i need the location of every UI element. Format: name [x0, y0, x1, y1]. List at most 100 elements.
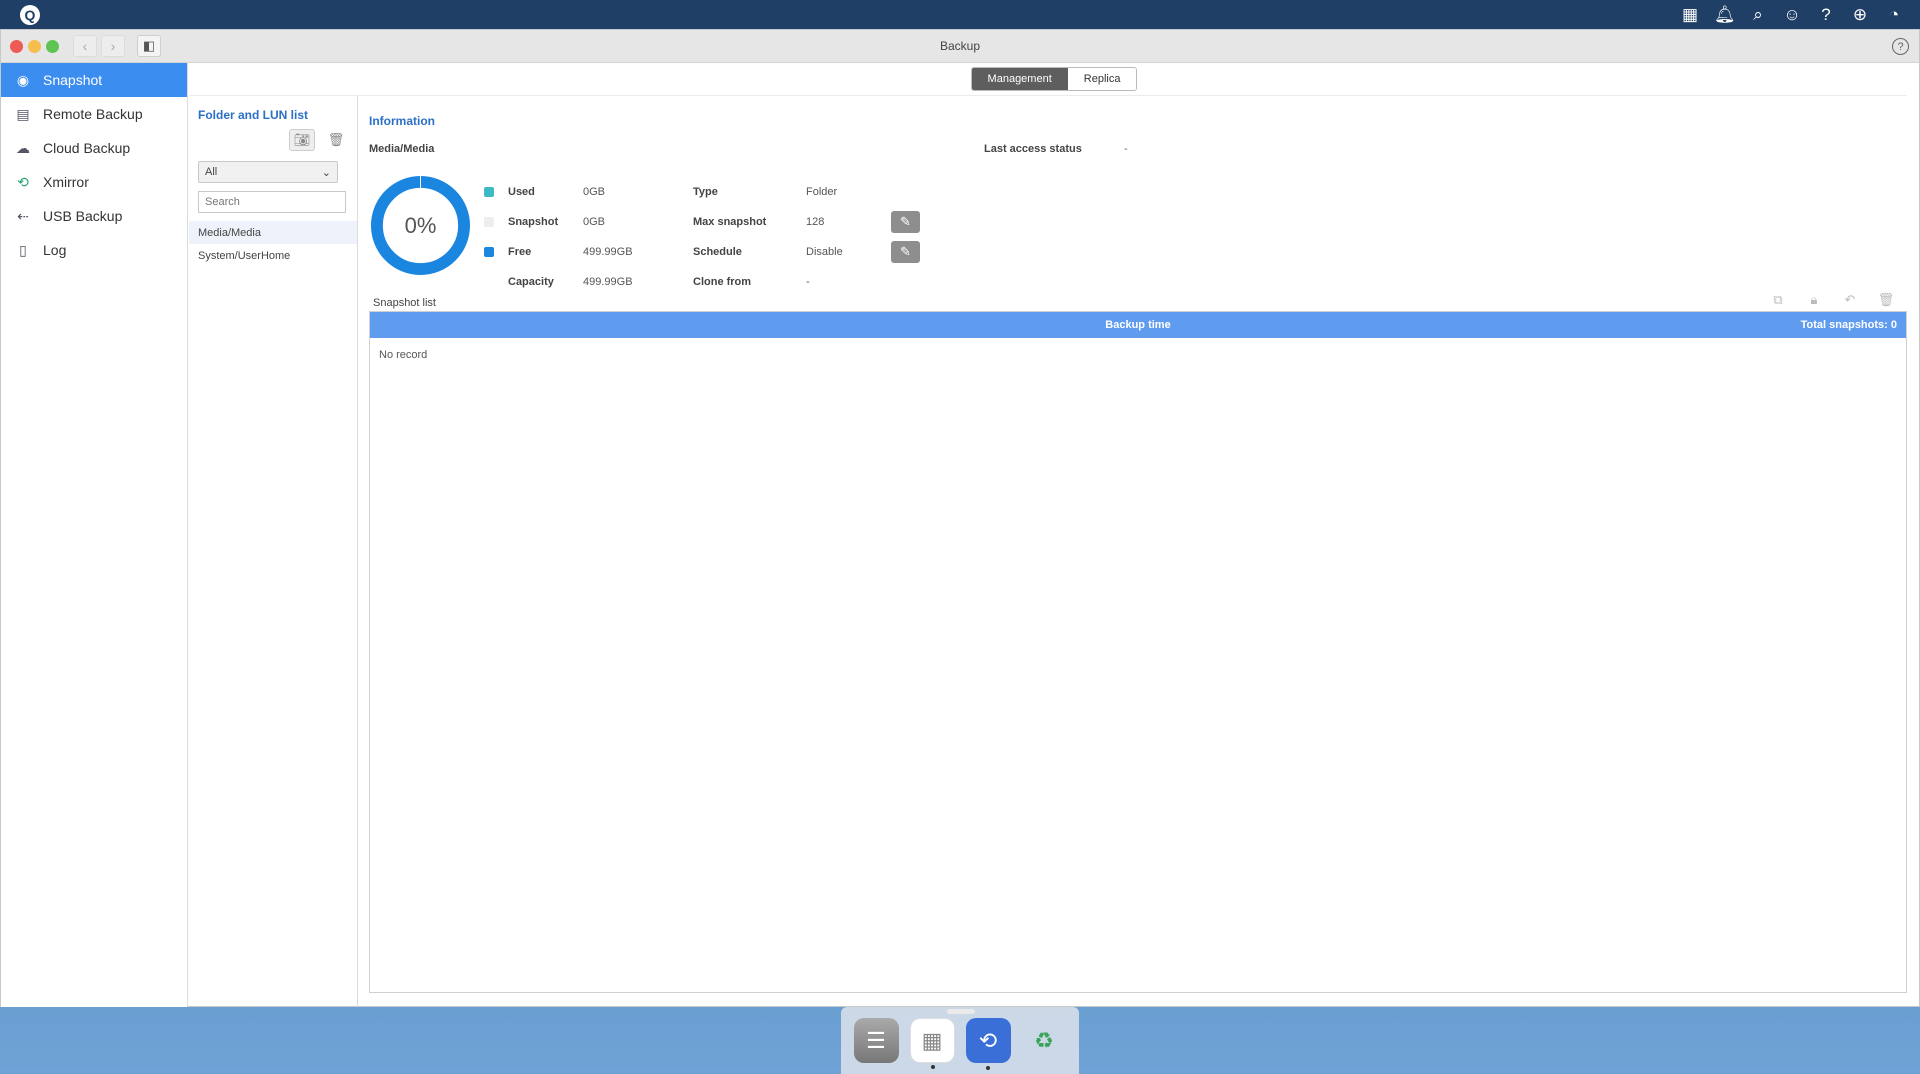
nav-item-remote-backup[interactable]: ▤ Remote Backup — [1, 97, 187, 131]
undo-icon: ↶ — [1844, 292, 1856, 307]
tab-management[interactable]: Management — [971, 68, 1068, 90]
nav-item-label: Cloud Backup — [43, 140, 131, 156]
legend-value: 0GB — [583, 216, 606, 228]
last-access-label: Last access status — [984, 143, 1082, 155]
delete-button[interactable]: 🗑︎ — [323, 129, 349, 151]
prop-value: Folder — [806, 186, 838, 198]
trash-icon: 🗑︎ — [1877, 292, 1895, 307]
minimize-button[interactable] — [28, 39, 41, 53]
donut-free-ring — [370, 175, 471, 276]
edit-max-snapshot-button[interactable]: ✎ — [891, 211, 920, 233]
legend-row-snapshot: Snapshot 0GB — [484, 207, 693, 237]
prop-label: Type — [693, 186, 718, 198]
folder-list-item[interactable]: Media/Media — [189, 221, 357, 244]
prop-row-clone-from: Clone from - — [693, 267, 920, 297]
bell-icon[interactable]: 🔔︎ — [1714, 5, 1736, 25]
take-snapshot-button[interactable]: 📷︎ — [289, 129, 315, 151]
tab-replica[interactable]: Replica — [1067, 68, 1137, 90]
grid-icon: ▦ — [921, 1027, 943, 1053]
selected-folder-name: Media/Media — [369, 143, 435, 155]
lock-snapshot-button[interactable]: 🔒︎ — [1801, 289, 1827, 311]
camera-icon: ◉ — [16, 71, 30, 88]
copy-icon: ⧉ — [1773, 292, 1783, 307]
server-icon: ▤ — [16, 105, 30, 122]
legend-value: 499.99GB — [583, 276, 633, 288]
chevron-down-icon: ⌄ — [321, 166, 331, 179]
user-icon[interactable]: ☺︎ — [1782, 5, 1802, 25]
revert-snapshot-button[interactable]: ↶ — [1837, 289, 1863, 311]
prop-value: Disable — [806, 246, 843, 258]
folder-search-input[interactable] — [198, 191, 346, 213]
prop-row-schedule: Schedule Disable ✎ — [693, 237, 920, 267]
globe-icon[interactable]: ⊕ — [1850, 5, 1870, 25]
legend-swatch — [484, 247, 494, 257]
toggle-sidebar-icon[interactable]: ◧ — [137, 35, 161, 57]
legend-swatch — [484, 187, 494, 197]
window-title: Backup — [939, 39, 981, 53]
folder-filter-select[interactable]: All ⌄ — [198, 161, 338, 183]
folder-filter-value: All — [205, 166, 218, 178]
legend-label: Free — [508, 246, 532, 258]
nav-item-snapshot[interactable]: ◉ Snapshot — [1, 63, 187, 97]
nav-item-cloud-backup[interactable]: ☁︎ Cloud Backup — [1, 131, 187, 165]
snapshot-list-title: Snapshot list — [373, 297, 436, 309]
close-button[interactable] — [10, 39, 23, 53]
usb-icon: ⇠ — [17, 207, 29, 224]
prop-label: Max snapshot — [693, 216, 767, 228]
last-access-value: - — [1124, 143, 1128, 155]
dashboard-icon[interactable]: ◔ — [1884, 5, 1904, 25]
trash-icon: 🗑︎ — [327, 132, 345, 147]
information-title: Information — [369, 114, 435, 128]
dock-app-recycle-bin[interactable]: ♻ — [1022, 1018, 1067, 1063]
forward-icon[interactable]: › — [101, 35, 125, 57]
snapshot-table-header: Backup time Total snapshots: 0 — [370, 312, 1906, 338]
prop-label: Schedule — [693, 246, 742, 258]
dock-handle[interactable] — [947, 1009, 975, 1014]
folder-properties: Type Folder Max snapshot 128 ✎ Schedule … — [693, 177, 920, 297]
legend-swatch — [484, 217, 494, 227]
legend-row-free: Free 499.99GB — [484, 237, 693, 267]
recycle-icon: ♻ — [1034, 1027, 1054, 1053]
clone-snapshot-button[interactable]: ⧉ — [1765, 289, 1791, 311]
nav-item-usb-backup[interactable]: ⇠ USB Backup — [1, 199, 187, 233]
prop-value: - — [806, 276, 810, 288]
nav-item-label: Log — [43, 242, 67, 258]
maximize-button[interactable] — [46, 39, 59, 53]
nav-item-label: USB Backup — [43, 208, 123, 224]
prop-label: Clone from — [693, 276, 752, 288]
backup-icon: ⟲ — [978, 1027, 998, 1053]
document-icon: ▯ — [19, 241, 27, 258]
folder-panel: Folder and LUN list 📷︎ 🗑︎ All ⌄ Media/Me… — [189, 95, 358, 1007]
dock-app-backup[interactable]: ⟲ — [965, 1018, 1011, 1070]
nav-item-log[interactable]: ▯ Log — [1, 233, 187, 267]
usage-legend: Used 0GB Snapshot 0GB Free 499.99GB Capa… — [484, 177, 693, 297]
dock-app-main-menu[interactable]: ▦ — [909, 1018, 955, 1069]
legend-label: Used — [508, 186, 535, 198]
legend-row-capacity: Capacity 499.99GB — [484, 267, 693, 297]
dock-app-storage[interactable]: ☰ — [853, 1018, 899, 1063]
tabs-row: Management Replica — [189, 63, 1919, 95]
edit-schedule-button[interactable]: ✎ — [891, 241, 920, 263]
legend-row-used: Used 0GB — [484, 177, 693, 207]
grid-icon[interactable]: ▦ — [1680, 5, 1700, 25]
snapshot-table: Backup time Total snapshots: 0 No record — [369, 311, 1907, 993]
qnap-logo-icon[interactable]: Q — [20, 4, 40, 25]
running-indicator — [930, 1065, 935, 1069]
prop-row-type: Type Folder — [693, 177, 920, 207]
title-bar: ‹ › ◧ Backup ? — [1, 30, 1919, 63]
folder-list-title: Folder and LUN list — [198, 108, 309, 122]
search-icon[interactable]: ⌕ — [1748, 5, 1768, 25]
legend-label: Snapshot — [508, 216, 559, 228]
server-icon: ☰ — [866, 1027, 886, 1053]
total-snapshots: Total snapshots: 0 — [1800, 319, 1897, 331]
nav-item-xmirror[interactable]: ⟲ Xmirror — [1, 165, 187, 199]
back-icon[interactable]: ‹ — [73, 35, 97, 57]
folder-list-item[interactable]: System/UserHome — [189, 244, 357, 267]
nav-item-label: Xmirror — [43, 174, 89, 190]
window-help-icon[interactable]: ? — [1892, 38, 1909, 55]
lock-icon: 🔒︎ — [1810, 292, 1818, 307]
tab-group: Management Replica — [970, 67, 1138, 91]
delete-snapshot-button[interactable]: 🗑︎ — [1873, 289, 1899, 311]
help-icon[interactable]: ? — [1816, 5, 1836, 25]
column-backup-time[interactable]: Backup time — [370, 319, 1906, 331]
